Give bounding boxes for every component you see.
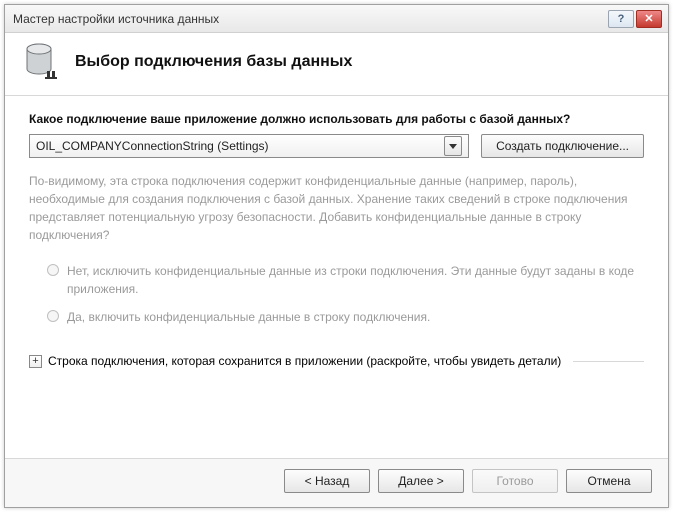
info-paragraph: По-видимому, эта строка подключения соде… [29,172,644,244]
cancel-button[interactable]: Отмена [566,469,652,493]
plus-icon: + [32,356,38,367]
radio-yes-dot [47,310,59,322]
content: Какое подключение ваше приложение должно… [5,96,668,458]
help-button[interactable]: ? [608,10,634,28]
connection-row: OIL_COMPANYConnectionString (Settings) С… [29,134,644,158]
footer: < Назад Далее > Готово Отмена [5,458,668,507]
radio-yes-label: Да, включить конфиденциальные данные в с… [67,308,430,326]
next-button[interactable]: Далее > [378,469,464,493]
expander-line [573,361,644,362]
radio-no-label: Нет, исключить конфиденциальные данные и… [67,262,644,298]
question-label: Какое подключение ваше приложение должно… [29,112,644,126]
database-icon [25,43,59,81]
radio-no-dot [47,264,59,276]
wizard-window: Мастер настройки источника данных ? ✕ Вы… [4,4,669,508]
expander-toggle[interactable]: + [29,355,42,368]
header: Выбор подключения базы данных [5,33,668,95]
window-title: Мастер настройки источника данных [13,12,606,26]
radio-group: Нет, исключить конфиденциальные данные и… [29,262,644,326]
new-connection-button[interactable]: Создать подключение... [481,134,644,158]
close-button[interactable]: ✕ [636,10,662,28]
radio-yes: Да, включить конфиденциальные данные в с… [47,308,644,326]
expander-label: Строка подключения, которая сохранится в… [48,354,561,368]
dropdown-toggle[interactable] [444,136,462,156]
page-title: Выбор подключения базы данных [75,53,352,71]
expander-row: + Строка подключения, которая сохранится… [29,354,644,368]
connection-dropdown[interactable]: OIL_COMPANYConnectionString (Settings) [29,134,469,158]
radio-no: Нет, исключить конфиденциальные данные и… [47,262,644,298]
titlebar: Мастер настройки источника данных ? ✕ [5,5,668,33]
connection-dropdown-value: OIL_COMPANYConnectionString (Settings) [36,139,444,153]
back-button[interactable]: < Назад [284,469,370,493]
close-icon: ✕ [644,12,653,25]
chevron-down-icon [449,144,457,149]
finish-button: Готово [472,469,558,493]
